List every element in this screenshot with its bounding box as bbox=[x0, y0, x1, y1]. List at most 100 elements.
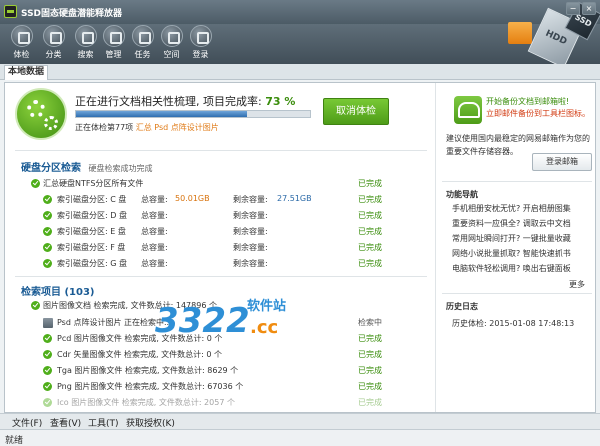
total-label: 总容量: bbox=[141, 259, 168, 268]
watermark-logo: 3322 软件站 .cc bbox=[155, 293, 305, 353]
drive-name: 索引磁盘分区: F 盘 bbox=[57, 243, 126, 252]
check-icon bbox=[43, 211, 52, 220]
free-label: 剩余容量: bbox=[233, 243, 268, 252]
gear-large bbox=[27, 100, 45, 118]
items-count: (103) bbox=[64, 287, 95, 298]
minimize-button[interactable]: − bbox=[566, 2, 580, 15]
toolbar-task-button[interactable]: 任务 bbox=[127, 25, 158, 63]
menu-tools[interactable]: 工具(T) bbox=[88, 416, 119, 429]
free-label: 剩余容量: bbox=[233, 259, 268, 268]
item-text: Png 图片图像文件 检索完成, 文件数总计: 67036 个 bbox=[57, 382, 244, 391]
nav-title: 功能导航 bbox=[446, 190, 478, 199]
toolbar-label: 分类 bbox=[45, 50, 62, 59]
item-text: Ico 图片图像文件 检索完成, 文件数总计: 2057 个 bbox=[57, 398, 235, 407]
drive-row: 索引磁盘分区: D 盘 总容量: 剩余容量: 已完成 bbox=[5, 209, 435, 223]
items-title: 检索项目 bbox=[21, 287, 61, 298]
manage-icon bbox=[102, 25, 125, 47]
total-label: 总容量: bbox=[141, 195, 168, 204]
checking-file: 汇总 Psd 点阵设计图片 bbox=[135, 123, 219, 132]
gear-icon bbox=[15, 88, 67, 140]
status-label: 已完成 bbox=[358, 227, 382, 236]
drive-name: 索引磁盘分区: G 盘 bbox=[57, 259, 127, 268]
status-label: 已完成 bbox=[358, 259, 382, 268]
history-entry[interactable]: 历史体检: 2015-01-08 17:48:13 bbox=[452, 318, 574, 329]
check-icon bbox=[43, 398, 52, 407]
toolbar-manage-button[interactable]: 管理 bbox=[98, 25, 129, 63]
partition-title: 硬盘分区检索 bbox=[21, 163, 81, 174]
check-icon bbox=[43, 243, 52, 252]
play-icon bbox=[10, 25, 33, 47]
gear-small bbox=[44, 116, 58, 130]
partition-summary-row: 汇总硬盘NTFS分区所有文件 已完成 bbox=[5, 177, 435, 191]
history-title: 历史日志 bbox=[446, 302, 478, 311]
menu-bar: 文件(F) 查看(V) 工具(T) 获取授权(K) bbox=[0, 413, 600, 429]
toolbar-label: 空间 bbox=[163, 50, 180, 59]
login-mail-button[interactable]: 登录邮箱 bbox=[532, 153, 592, 171]
nav-item-context-panel[interactable]: 电脑软件轻松调用? 唤出右键面板 bbox=[452, 263, 571, 274]
drive-row: 索引磁盘分区: F 盘 总容量: 剩余容量: 已完成 bbox=[5, 241, 435, 255]
status-label: 已完成 bbox=[358, 382, 382, 391]
drive-row: 索引磁盘分区: C 盘 总容量: 50.01GB 剩余容量: 27.51GB 已… bbox=[5, 193, 435, 207]
divider bbox=[442, 181, 592, 182]
search-icon bbox=[74, 25, 97, 47]
scan-progress-fill bbox=[76, 111, 247, 117]
left-panel: 正在进行文档相关性梳理, 项目完成率: 73 % 正在体检第77项 汇总 Psd… bbox=[5, 83, 435, 412]
total-value: 50.01GB bbox=[175, 194, 210, 203]
item-row: Tga 图片图像文件 检索完成, 文件数总计: 8629 个 已完成 bbox=[5, 364, 435, 378]
item-row: Png 图片图像文件 检索完成, 文件数总计: 67036 个 已完成 bbox=[5, 380, 435, 394]
toolbar-login-button[interactable]: 登录 bbox=[185, 25, 216, 63]
status-label: 已完成 bbox=[358, 195, 382, 204]
item-text: Tga 图片图像文件 检索完成, 文件数总计: 8629 个 bbox=[57, 366, 239, 375]
menu-view[interactable]: 查看(V) bbox=[50, 416, 81, 429]
window-title: SSD固态硬盘潜能释放器 bbox=[21, 9, 123, 19]
status-label: 已完成 bbox=[358, 334, 382, 343]
total-label: 总容量: bbox=[141, 243, 168, 252]
menu-license[interactable]: 获取授权(K) bbox=[126, 416, 175, 429]
cloud-icon bbox=[189, 25, 212, 47]
check-icon bbox=[43, 350, 52, 359]
nav-item-bookmarks[interactable]: 常用网址瞬间打开? 一键批量收藏 bbox=[452, 233, 571, 244]
checking-prefix: 正在体检第77项 bbox=[75, 123, 134, 132]
nav-item-album[interactable]: 手机相册安枕无忧? 开启相册图集 bbox=[452, 203, 571, 214]
free-label: 剩余容量: bbox=[233, 227, 268, 236]
menu-file[interactable]: 文件(F) bbox=[12, 416, 42, 429]
close-button[interactable]: × bbox=[582, 2, 596, 15]
tab-local-data[interactable]: 本地数据 bbox=[4, 65, 49, 80]
cancel-checkup-button[interactable]: 取消体检 bbox=[323, 98, 389, 125]
tab-strip: 本地数据 bbox=[0, 64, 600, 80]
watermark-suffix: .cc bbox=[250, 317, 279, 338]
status-bar: 就绪 bbox=[0, 429, 600, 446]
check-icon bbox=[43, 195, 52, 204]
scan-progress-bar bbox=[75, 110, 311, 118]
right-panel: 开始备份文档到邮箱啦! 立即邮件备份到工具栏图标。 建议使用国内最稳定的网易邮箱… bbox=[435, 83, 595, 412]
partition-section-title: 硬盘分区检索 硬盘检索成功完成 bbox=[21, 159, 152, 174]
toolbar-checkup-button[interactable]: 体检 bbox=[6, 25, 37, 63]
divider bbox=[442, 293, 592, 294]
scan-status: 正在进行文档相关性梳理, 项目完成率: 73 % bbox=[75, 93, 295, 109]
toolbar-space-button[interactable]: 空间 bbox=[156, 25, 187, 63]
total-label: 总容量: bbox=[141, 227, 168, 236]
toolbar-label: 任务 bbox=[134, 50, 151, 59]
image-file-icon bbox=[43, 318, 53, 328]
scan-status-text: 正在进行文档相关性梳理, 项目完成率: bbox=[75, 95, 262, 108]
check-icon bbox=[43, 334, 52, 343]
status-label: 已完成 bbox=[358, 350, 382, 359]
promo-line-2[interactable]: 立即邮件备份到工具栏图标。 bbox=[486, 108, 590, 119]
toolbar-category-button[interactable]: 分类 bbox=[38, 25, 69, 63]
check-icon bbox=[43, 227, 52, 236]
more-link[interactable]: 更多 bbox=[569, 279, 585, 290]
check-icon bbox=[43, 259, 52, 268]
nav-item-cloud-docs[interactable]: 重要资料一应俱全? 调取云中文档 bbox=[452, 218, 571, 229]
toolbar-search-button[interactable]: 搜索 bbox=[70, 25, 101, 63]
drive-name: 索引磁盘分区: E 盘 bbox=[57, 227, 126, 236]
status-text: 就绪 bbox=[5, 436, 24, 446]
promo-line-1[interactable]: 开始备份文档到邮箱啦! bbox=[486, 96, 569, 107]
items-section-title: 检索项目 (103) bbox=[21, 283, 95, 298]
scan-percent: 73 % bbox=[265, 95, 296, 108]
task-icon bbox=[131, 25, 154, 47]
toolbar-label: 登录 bbox=[192, 50, 209, 59]
check-icon bbox=[43, 382, 52, 391]
space-icon bbox=[160, 25, 183, 47]
free-value: 27.51GB bbox=[277, 194, 312, 203]
nav-item-novels[interactable]: 网络小说批量抓取? 智能快速抓书 bbox=[452, 248, 571, 259]
